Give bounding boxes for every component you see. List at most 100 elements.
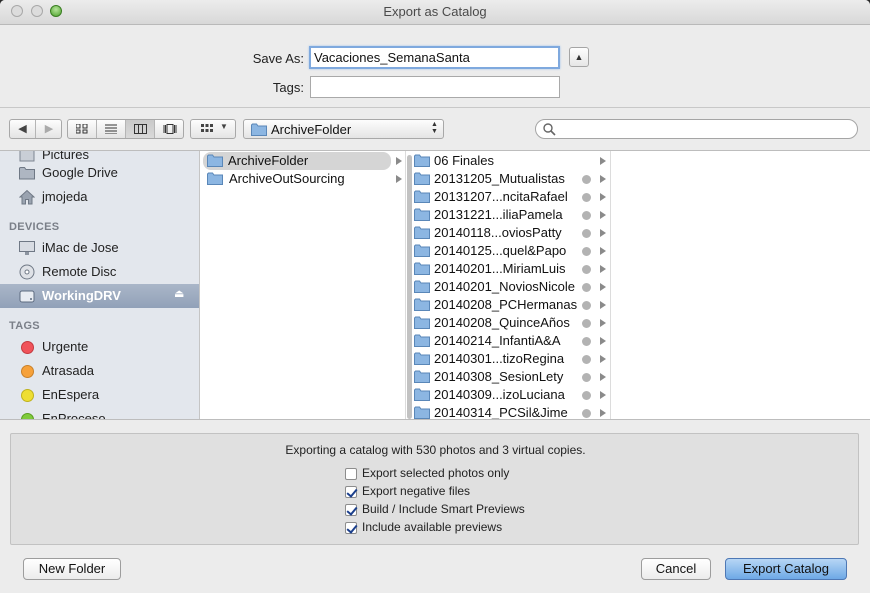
folder-name: 20131221...iliaPamela — [434, 207, 563, 222]
folder-name: 20140314_PCSil&Jime — [434, 405, 568, 420]
checkbox-label: Export negative files — [362, 484, 471, 498]
folder-name: 20131207...ncitaRafael — [434, 189, 568, 204]
list-item[interactable]: ArchiveOutSourcing — [203, 170, 391, 188]
eject-icon[interactable]: ⏏ — [174, 287, 184, 300]
tag-dot-icon — [582, 319, 591, 328]
tags-header: TAGS — [9, 320, 40, 332]
list-item[interactable]: 20140208_QuinceAños — [413, 314, 610, 332]
sidebar-item-label: Atrasada — [42, 363, 95, 378]
tag-color-dot — [21, 365, 34, 378]
sidebar-item-home[interactable]: jmojeda — [0, 185, 199, 209]
checkbox-label: Export selected photos only — [362, 466, 510, 480]
scrollbar[interactable] — [406, 151, 413, 419]
tags-field[interactable] — [310, 76, 560, 98]
export-catalog-button[interactable]: Export Catalog — [725, 558, 847, 580]
list-item[interactable]: 20140314_PCSil&Jime — [413, 404, 610, 420]
icon-view-button[interactable] — [68, 120, 97, 138]
folder-icon — [414, 226, 430, 239]
list-item[interactable]: 20131207...ncitaRafael — [413, 188, 610, 206]
disclosure-arrow-icon — [600, 283, 606, 291]
column-view-button[interactable] — [126, 120, 155, 138]
sidebar-item-remote-disc[interactable]: Remote Disc — [0, 260, 199, 284]
disclosure-arrow-icon — [396, 175, 402, 183]
folder-name: 20140118...oviosPatty — [434, 225, 562, 240]
arrange-button[interactable]: ▼ — [190, 119, 236, 139]
disclosure-arrow-icon — [600, 373, 606, 381]
title-bar: Export as Catalog — [0, 0, 870, 25]
sidebar-item-imac[interactable]: iMac de Jose — [0, 236, 199, 260]
disclosure-arrow-icon — [600, 265, 606, 273]
icon-view-icon — [75, 123, 88, 134]
tag-color-dot — [21, 341, 34, 354]
list-item[interactable]: 20131205_Mutualistas — [413, 170, 610, 188]
checkbox-label: Include available previews — [362, 520, 503, 534]
imac-icon — [19, 241, 35, 255]
folder-name: 06 Finales — [434, 153, 494, 168]
sidebar-tag-enespera[interactable]: EnEspera — [0, 383, 199, 407]
smart-previews-checkbox[interactable] — [345, 504, 357, 516]
list-item[interactable]: 20140125...quel&Papo — [413, 242, 610, 260]
tag-dot-icon — [582, 391, 591, 400]
view-mode-control — [67, 119, 184, 139]
sidebar-tag-atrasada[interactable]: Atrasada — [0, 359, 199, 383]
include-previews-checkbox[interactable] — [345, 522, 357, 534]
chevron-right-icon: ▶ — [44, 123, 54, 135]
coverflow-view-button[interactable] — [155, 120, 184, 138]
tag-dot-icon — [582, 229, 591, 238]
location-popup[interactable]: ArchiveFolder ▲ ▼ — [243, 119, 444, 139]
list-item[interactable]: 20140208_PCHermanas — [413, 296, 610, 314]
folder-name: ArchiveFolder — [228, 153, 309, 168]
tag-color-dot — [21, 413, 34, 419]
folder-name: 20140201_NoviosNicole — [434, 279, 575, 294]
export-catalog-dialog: Export as Catalog Save As: ▲ Tags: ◀ ▶ ▼… — [0, 0, 870, 593]
search-field[interactable] — [535, 119, 858, 139]
disclosure-arrow-icon — [600, 301, 606, 309]
list-item[interactable]: 20140201...MiriamLuis — [413, 260, 610, 278]
column-view-icon — [133, 124, 147, 134]
drive-icon — [19, 290, 35, 303]
scrollbar-thumb[interactable] — [407, 155, 412, 419]
save-as-field[interactable] — [309, 46, 560, 69]
disclosure-arrow-icon — [600, 337, 606, 345]
sidebar: Pictures Google Drive jmojeda DEVICES iM… — [0, 151, 200, 419]
list-item[interactable]: 20140301...tizoRegina — [413, 350, 610, 368]
checkbox-label: Build / Include Smart Previews — [362, 502, 525, 516]
list-item[interactable]: 20140214_InfantiA&A — [413, 332, 610, 350]
sidebar-tag-urgente[interactable]: Urgente — [0, 335, 199, 359]
list-item[interactable]: 20140308_SesionLety — [413, 368, 610, 386]
sidebar-tag-enproceso[interactable]: EnProceso — [0, 407, 199, 419]
list-item[interactable]: 20140309...izoLuciana — [413, 386, 610, 404]
folder-icon — [251, 123, 267, 136]
back-button[interactable]: ◀ — [10, 120, 36, 138]
folder-icon — [207, 154, 223, 167]
sidebar-item-google-drive[interactable]: Google Drive — [0, 161, 199, 185]
list-item[interactable]: 20131221...iliaPamela — [413, 206, 610, 224]
list-item[interactable]: 20140118...oviosPatty — [413, 224, 610, 242]
cancel-button[interactable]: Cancel — [641, 558, 711, 580]
export-negative-files-checkbox[interactable] — [345, 486, 357, 498]
folder-name: 20140214_InfantiA&A — [434, 333, 561, 348]
folder-icon — [414, 352, 430, 365]
list-item[interactable]: 06 Finales — [413, 152, 610, 170]
disclosure-arrow-icon — [600, 211, 606, 219]
forward-button[interactable]: ▶ — [36, 120, 62, 138]
up-down-arrows-icon: ▲ ▼ — [431, 121, 438, 135]
folder-icon — [414, 244, 430, 257]
tag-dot-icon — [582, 265, 591, 274]
tag-dot-icon — [582, 409, 591, 418]
tag-dot-icon — [582, 337, 591, 346]
disclosure-arrow-icon — [600, 355, 606, 363]
browser-column-1: ArchiveFolder ArchiveOutSourcing — [200, 151, 406, 419]
export-selected-only-checkbox[interactable] — [345, 468, 357, 480]
sidebar-item-workingdrv[interactable]: WorkingDRV ⏏ — [0, 284, 199, 308]
folder-name: 20140208_PCHermanas — [434, 297, 578, 312]
list-item[interactable]: 20140201_NoviosNicole — [413, 278, 610, 296]
folder-icon — [414, 262, 430, 275]
expand-collapse-button[interactable]: ▲ — [569, 47, 589, 67]
list-view-button[interactable] — [97, 120, 126, 138]
folder-name: 20131205_Mutualistas — [434, 171, 565, 186]
folder-icon — [414, 316, 430, 329]
new-folder-button[interactable]: New Folder — [23, 558, 121, 580]
list-item[interactable]: ArchiveFolder — [203, 152, 391, 170]
location-label: ArchiveFolder — [271, 122, 352, 137]
